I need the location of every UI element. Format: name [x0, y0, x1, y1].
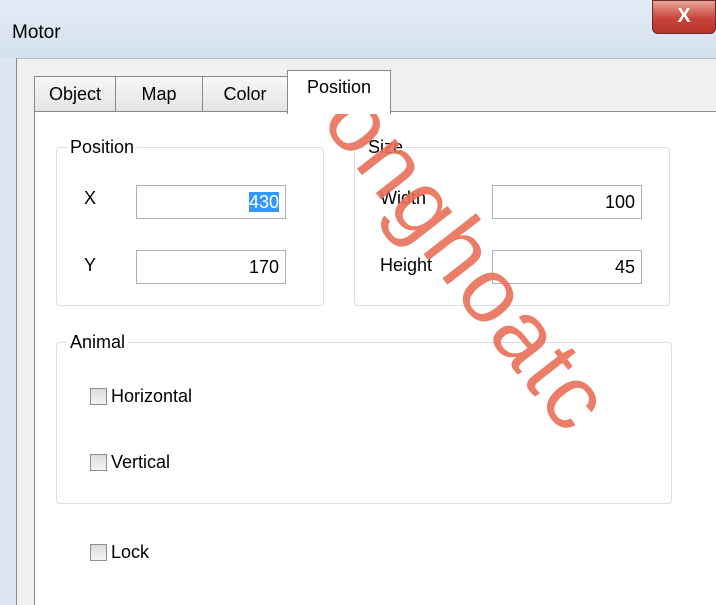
- y-label: Y: [84, 255, 97, 275]
- width-label: Width: [380, 188, 427, 208]
- x-value: 430: [248, 192, 279, 212]
- lock-checkbox[interactable]: [90, 544, 107, 561]
- vertical-checkbox[interactable]: [90, 454, 107, 471]
- tab-object[interactable]: Object: [34, 76, 116, 112]
- x-field[interactable]: 430: [136, 185, 286, 219]
- motor-dialog: Motor X Object Map Color Position Positi…: [0, 0, 716, 605]
- close-button[interactable]: X: [652, 0, 716, 34]
- horizontal-checkbox[interactable]: [90, 388, 107, 405]
- height-label: Height: [380, 255, 433, 275]
- horizontal-option[interactable]: Horizontal: [90, 386, 192, 407]
- tab-map[interactable]: Map: [115, 76, 203, 112]
- tab-color[interactable]: Color: [202, 76, 288, 112]
- animal-group: Animal: [56, 331, 672, 504]
- width-field[interactable]: 100: [492, 185, 642, 219]
- animal-group-label: Animal: [67, 331, 129, 353]
- lock-label: Lock: [111, 542, 150, 562]
- close-icon: X: [677, 5, 691, 27]
- size-group-label: Size: [365, 136, 407, 158]
- height-field[interactable]: 45: [492, 250, 642, 284]
- title-bar[interactable]: Motor X: [0, 0, 716, 58]
- tab-position[interactable]: Position: [287, 70, 391, 114]
- position-group-label: Position: [67, 136, 138, 158]
- x-label: X: [84, 188, 97, 208]
- vertical-label: Vertical: [111, 452, 171, 472]
- y-field[interactable]: 170: [136, 250, 286, 284]
- horizontal-label: Horizontal: [111, 386, 193, 406]
- window-title: Motor: [12, 22, 61, 43]
- lock-option[interactable]: Lock: [90, 542, 149, 563]
- vertical-option[interactable]: Vertical: [90, 452, 170, 473]
